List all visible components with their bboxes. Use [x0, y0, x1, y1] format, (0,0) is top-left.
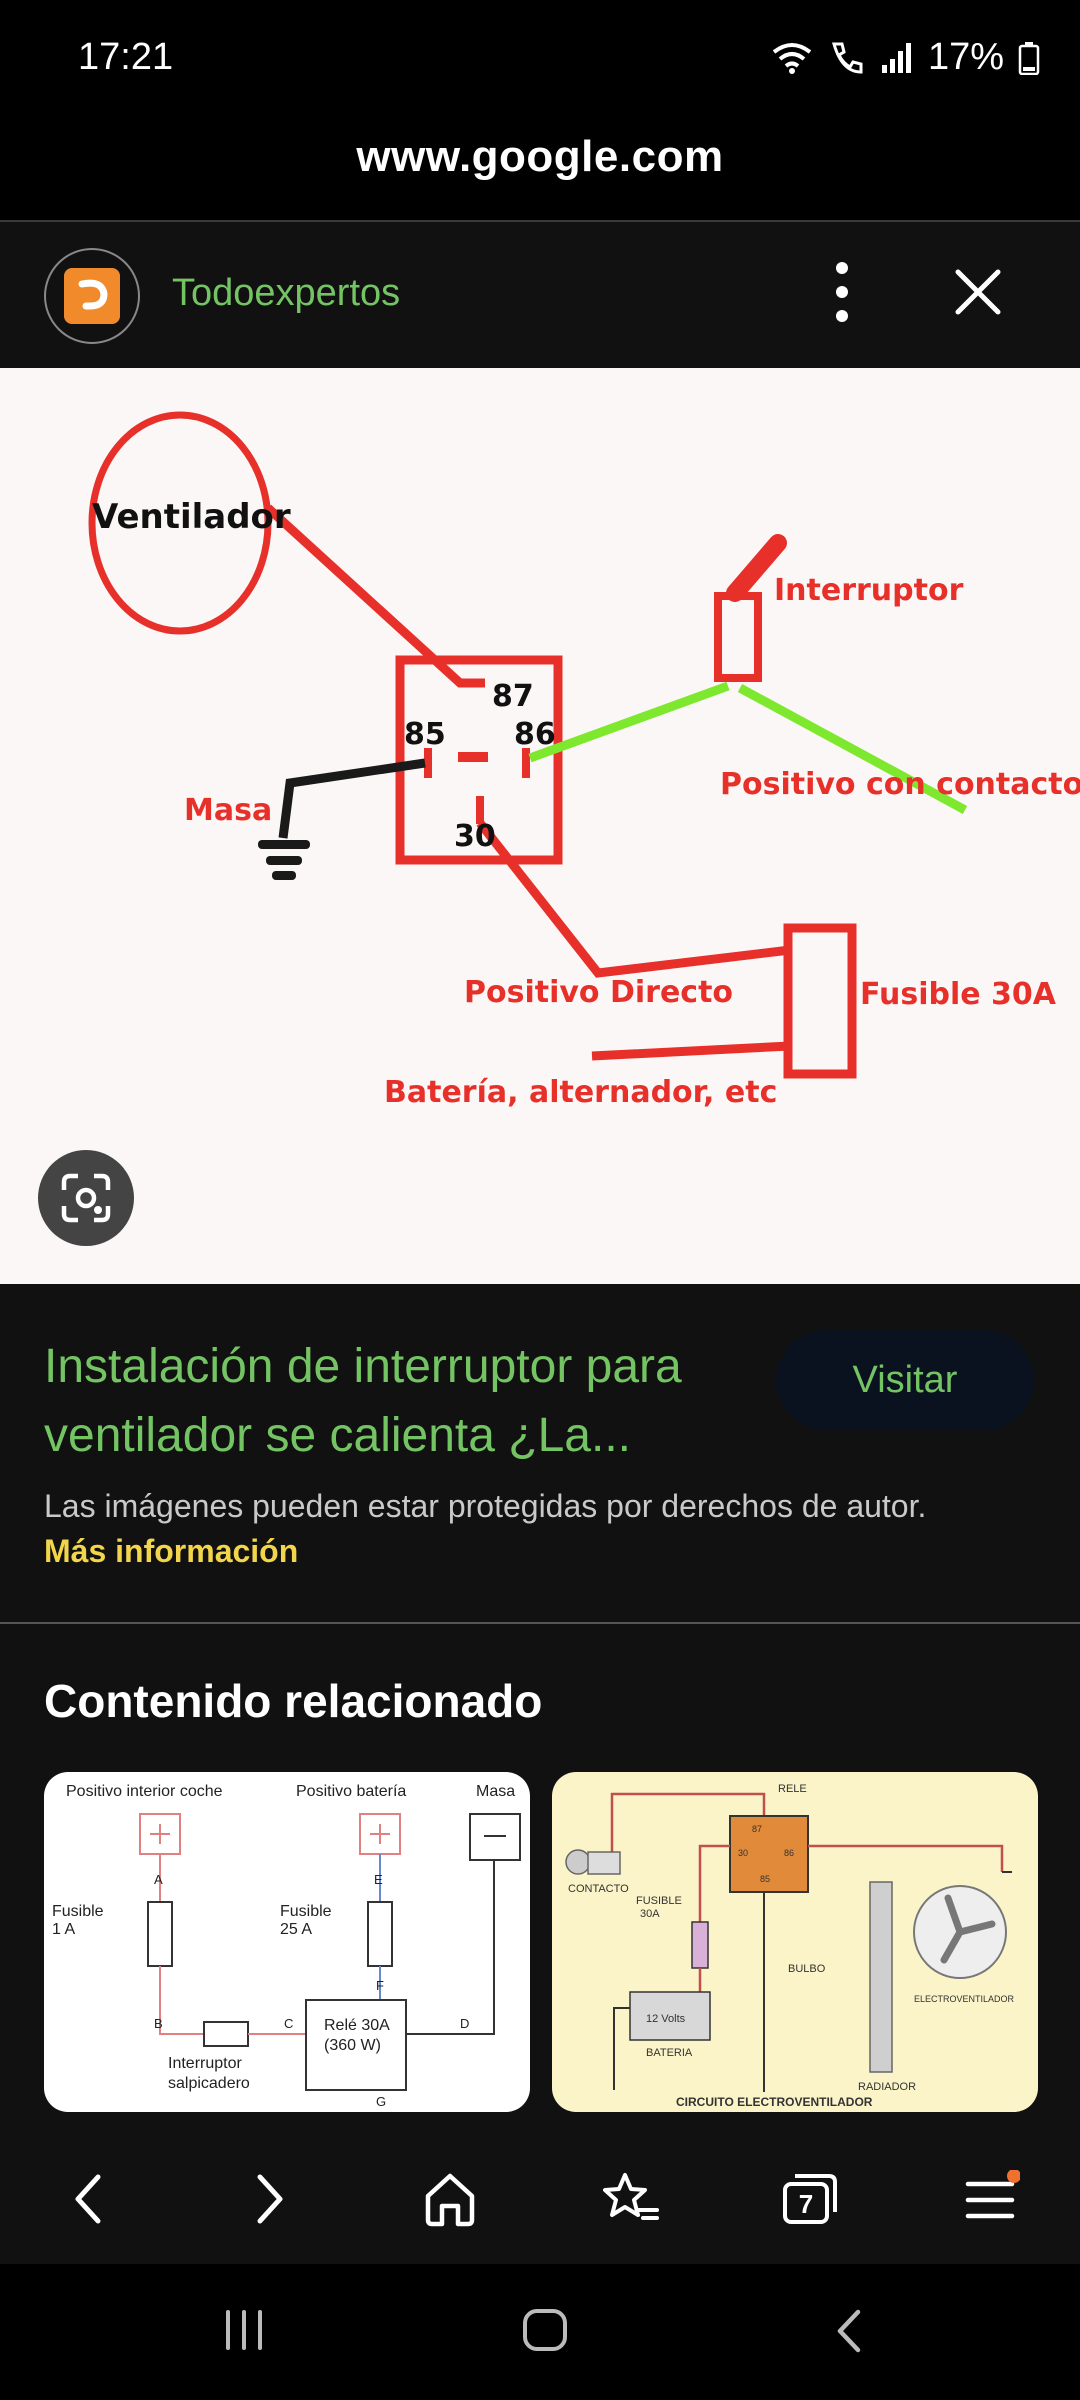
relay-diagram: Ventilador Interruptor 87 85 86 30 Masa … — [88, 411, 1080, 1110]
card2-electroventilador: ELECTROVENTILADOR — [914, 1994, 1015, 2004]
card1-pin-g: G — [376, 2094, 386, 2109]
label-masa: Masa — [184, 793, 272, 828]
hamburger-menu-icon — [965, 2170, 1020, 2219]
bookmarks-button[interactable] — [580, 2154, 680, 2244]
label-87: 87 — [492, 679, 534, 714]
system-nav-bar — [0, 2264, 1080, 2400]
browser-bottom-nav: 7 — [0, 2134, 1080, 2264]
card1-salpicadero: salpicadero — [168, 2075, 250, 2092]
label-ventilador: Ventilador — [92, 497, 291, 537]
card2-rele: RELE — [778, 1783, 807, 1795]
card2-bulbo: BULBO — [788, 1963, 826, 1975]
label-85: 85 — [404, 717, 446, 752]
card1-label-bateria: Positivo batería — [296, 1783, 406, 1800]
battery-percent: 17% — [927, 36, 1004, 78]
card1-pin-a: A — [154, 1872, 163, 1887]
related-section: Contenido relacionado Positivo interior … — [0, 1624, 1080, 2134]
label-30: 30 — [454, 819, 496, 854]
label-interruptor: Interruptor — [774, 573, 964, 608]
card1-pin-f: F — [376, 1978, 384, 1993]
card2-radiador: RADIADOR — [858, 2081, 916, 2093]
source-header: Todoexpertos — [0, 222, 1080, 368]
card2-fusible: FUSIBLE — [636, 1895, 682, 1907]
source-name[interactable]: Todoexpertos — [172, 272, 400, 315]
interruptor-box — [714, 592, 762, 682]
card1-rele-w: (360 W) — [324, 2037, 381, 2054]
result-title[interactable]: Instalación de interruptor para ventilad… — [44, 1332, 744, 1470]
wifi-icon — [772, 42, 812, 74]
tabs-button[interactable]: 7 — [760, 2154, 860, 2244]
signal-icon — [881, 42, 911, 73]
label-positivo-directo: Positivo Directo — [464, 975, 733, 1010]
card1-pin-e: E — [374, 1872, 383, 1887]
related-card-1[interactable]: Positivo interior coche Positivo batería… — [44, 1772, 530, 2112]
card1-fusible2-val: 25 A — [280, 1921, 312, 1938]
card1-pin-d: D — [460, 2016, 469, 2031]
wire-bateria — [591, 1041, 791, 1061]
card2-pin-30: 30 — [738, 1848, 748, 1858]
home-nav-icon[interactable] — [520, 2306, 570, 2354]
related-card-2[interactable]: RELE 87 30 86 85 12 Volts BATERIA CONTAC… — [552, 1772, 1038, 2112]
status-time: 17:21 — [78, 36, 174, 78]
card2-fusible-val: 30A — [640, 1908, 660, 1920]
back-button[interactable] — [38, 2154, 138, 2244]
wire-30 — [476, 820, 791, 978]
visit-button[interactable]: Visitar — [776, 1330, 1034, 1430]
forward-button[interactable] — [220, 2154, 320, 2244]
bookmark-star-list-icon — [603, 2173, 659, 2220]
source-logo[interactable] — [44, 248, 140, 344]
more-info-link[interactable]: Más información — [44, 1533, 298, 1569]
chevron-right-icon — [257, 2174, 283, 2224]
tab-count: 7 — [799, 2189, 813, 2219]
url-bar: www.google.com — [0, 120, 1080, 298]
card2-pin-87: 87 — [752, 1824, 762, 1834]
card1-fusible1-val: 1 A — [52, 1921, 75, 1938]
status-icons: 17% — [770, 36, 1040, 79]
card1-rele: Relé 30A — [324, 2017, 390, 2034]
fusible-box — [783, 923, 857, 1079]
label-fusible: Fusible 30A — [860, 977, 1057, 1012]
card1-pin-b: B — [154, 2016, 163, 2031]
card2-bateria: BATERIA — [646, 2047, 693, 2059]
lens-icon — [61, 1173, 111, 1223]
card1-label-masa: Masa — [476, 1783, 515, 1800]
card2-contacto: CONTACTO — [568, 1883, 629, 1895]
card1-fusible2: Fusible — [280, 1903, 332, 1920]
home-button[interactable] — [400, 2154, 500, 2244]
wifi-call-icon — [831, 42, 863, 74]
card1-interruptor: Interruptor — [168, 2055, 242, 2072]
label-positivo-contacto: Positivo con contacto — [720, 767, 1080, 802]
home-icon — [425, 2173, 475, 2227]
card2-pin-85: 85 — [760, 1874, 770, 1884]
card1-diagram: Positivo interior coche Positivo batería… — [52, 1783, 521, 2109]
more-vert-icon[interactable] — [820, 252, 864, 332]
tabs-icon: 7 — [783, 2174, 837, 2224]
status-bar: 17:21 17% — [0, 0, 1080, 120]
preview-image[interactable]: Ventilador Interruptor 87 85 86 30 Masa … — [0, 368, 1080, 1284]
label-bateria: Batería, alternador, etc — [384, 1075, 777, 1110]
copyright-note: Las imágenes pueden estar protegidas por… — [44, 1484, 944, 1574]
card2-pin-86: 86 — [784, 1848, 794, 1858]
card2-volts: 12 Volts — [646, 2013, 686, 2025]
card1-fusible1: Fusible — [52, 1903, 104, 1920]
card2-caption: CIRCUITO ELECTROVENTILADOR — [676, 2095, 873, 2109]
card1-pin-c: C — [284, 2016, 293, 2031]
back-nav-icon[interactable] — [830, 2306, 870, 2356]
label-86: 86 — [514, 717, 556, 752]
recent-apps-icon[interactable] — [222, 2308, 266, 2352]
chevron-left-icon — [75, 2174, 101, 2224]
related-heading: Contenido relacionado — [44, 1675, 543, 1727]
close-icon[interactable] — [948, 262, 1008, 322]
copyright-text: Las imágenes pueden estar protegidas por… — [44, 1488, 927, 1524]
url-text[interactable]: www.google.com — [0, 132, 1080, 182]
card2-diagram: RELE 87 30 86 85 12 Volts BATERIA CONTAC… — [565, 1783, 1015, 2109]
result-info: Instalación de interruptor para ventilad… — [0, 1284, 1080, 1624]
card1-label-interior: Positivo interior coche — [66, 1783, 223, 1800]
battery-icon — [1018, 41, 1040, 75]
menu-button[interactable] — [940, 2154, 1040, 2244]
lens-button[interactable] — [38, 1150, 134, 1246]
todoexpertos-logo-icon — [78, 279, 108, 310]
